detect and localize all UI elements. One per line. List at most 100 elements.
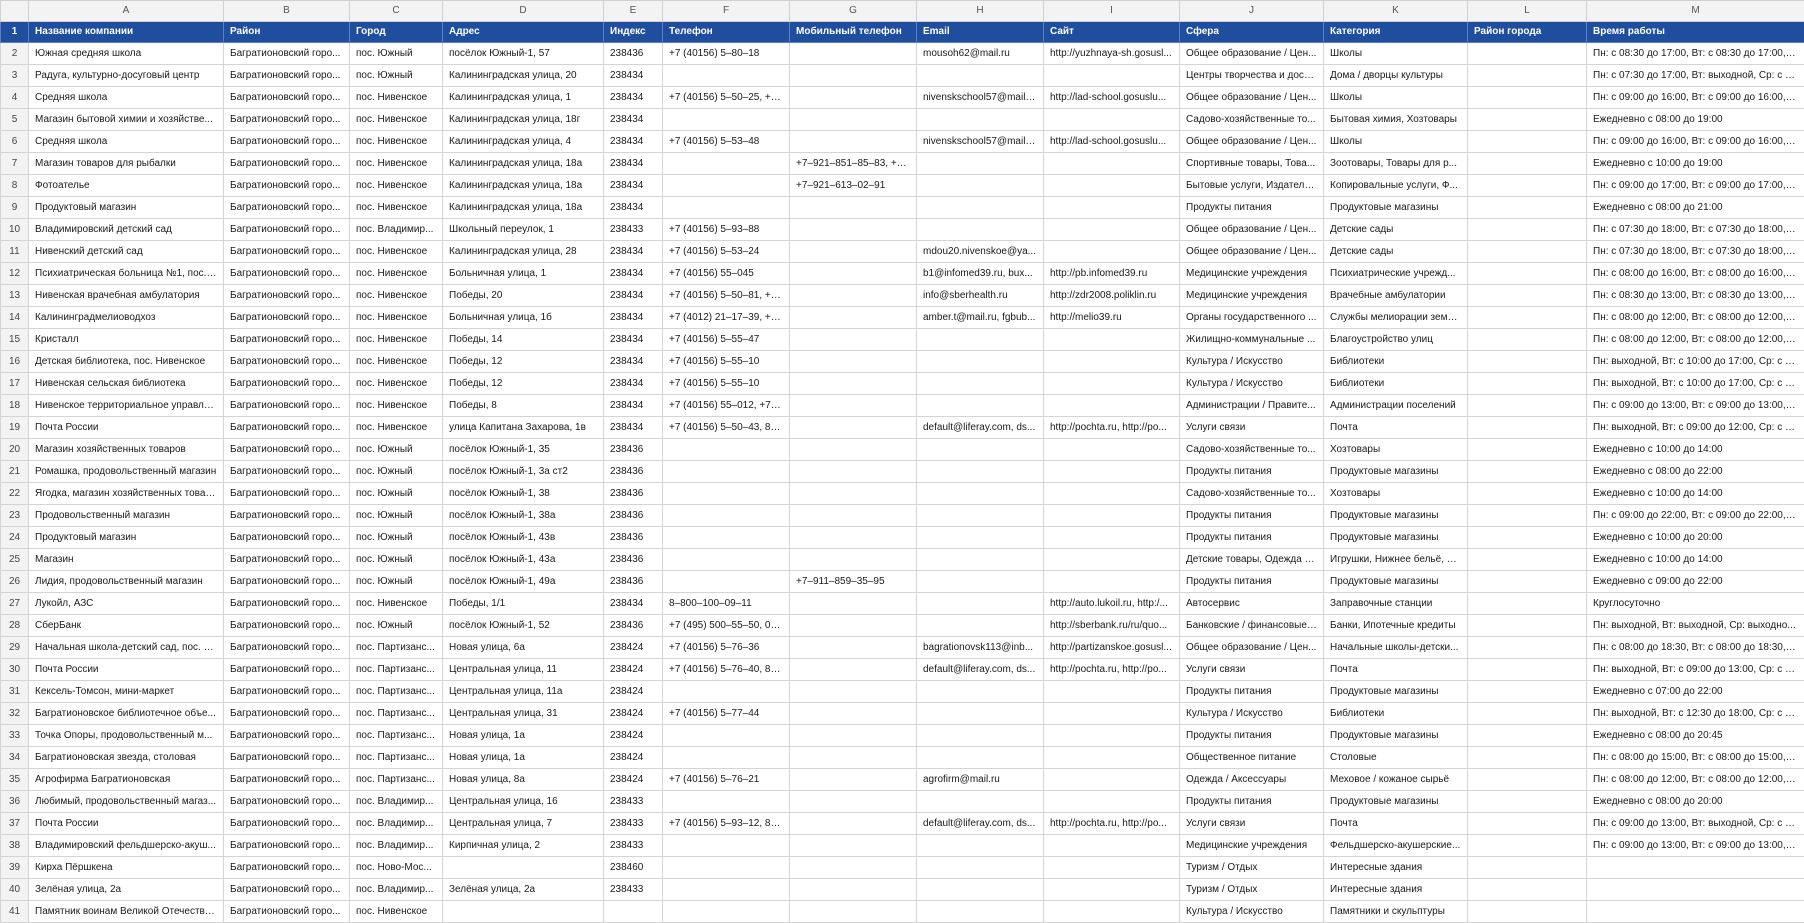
table-cell[interactable]: 238433	[604, 813, 663, 835]
table-cell[interactable]: Пн: с 09:00 до 22:00, Вт: с 09:00 до 22:…	[1587, 505, 1804, 527]
row-number[interactable]: 30	[1, 659, 29, 681]
table-cell[interactable]	[790, 549, 917, 571]
column-header-i[interactable]: I	[1044, 1, 1180, 22]
table-cell[interactable]	[790, 769, 917, 791]
table-cell[interactable]: Новая улица, 1а	[443, 747, 604, 769]
table-cell[interactable]	[790, 505, 917, 527]
table-cell[interactable]: http://pochta.ru, http://po...	[1044, 417, 1180, 439]
table-cell[interactable]: 238433	[604, 219, 663, 241]
table-cell[interactable]	[790, 417, 917, 439]
table-cell[interactable]: info@sberhealth.ru	[917, 285, 1044, 307]
table-cell[interactable]: nivenskschool57@mail.r...	[917, 131, 1044, 153]
table-cell[interactable]: Почта	[1324, 417, 1468, 439]
table-cell[interactable]	[1044, 395, 1180, 417]
table-cell[interactable]: пос. Партизанс...	[350, 703, 443, 725]
table-cell[interactable]: Багратионовский горо...	[224, 703, 350, 725]
table-cell[interactable]	[917, 615, 1044, 637]
table-cell[interactable]	[917, 461, 1044, 483]
table-cell[interactable]	[1468, 461, 1587, 483]
table-cell[interactable]: 238424	[604, 725, 663, 747]
table-cell[interactable]: 238434	[604, 153, 663, 175]
table-cell[interactable]: пос. Партизанс...	[350, 637, 443, 659]
table-cell[interactable]	[1044, 483, 1180, 505]
table-cell[interactable]: посёлок Южный-1, 52	[443, 615, 604, 637]
table-cell[interactable]: Продукты питания	[1180, 461, 1324, 483]
table-cell[interactable]	[917, 153, 1044, 175]
table-cell[interactable]: 238434	[604, 285, 663, 307]
table-cell[interactable]: http://melio39.ru	[1044, 307, 1180, 329]
table-cell[interactable]	[917, 505, 1044, 527]
table-cell[interactable]: +7 (40156) 5‒93‒12, 8‒...	[663, 813, 790, 835]
table-cell[interactable]	[1044, 549, 1180, 571]
table-cell[interactable]: Банковские / финансовые ...	[1180, 615, 1324, 637]
table-cell[interactable]: Центральная улица, 11а	[443, 681, 604, 703]
table-cell[interactable]: +7 (40156) 55‒012, +7 (...	[663, 395, 790, 417]
table-cell[interactable]: 238436	[604, 527, 663, 549]
table-cell[interactable]: 238434	[604, 109, 663, 131]
table-cell[interactable]: 238424	[604, 681, 663, 703]
table-cell[interactable]: Пн: с 08:00 до 12:00, Вт: с 08:00 до 12:…	[1587, 769, 1804, 791]
table-cell[interactable]: пос. Южный	[350, 571, 443, 593]
table-cell[interactable]: Калининградская улица, 1	[443, 87, 604, 109]
table-cell[interactable]	[790, 527, 917, 549]
table-cell[interactable]	[790, 725, 917, 747]
row-number[interactable]: 31	[1, 681, 29, 703]
table-cell[interactable]: Садово-хозяйственные то...	[1180, 109, 1324, 131]
header-cell[interactable]: Email	[917, 22, 1044, 43]
table-cell[interactable]: Ромашка, продовольственный магазин	[29, 461, 224, 483]
row-number[interactable]: 28	[1, 615, 29, 637]
table-cell[interactable]	[663, 439, 790, 461]
table-cell[interactable]	[1044, 197, 1180, 219]
table-cell[interactable]: Общее образование / Цен...	[1180, 219, 1324, 241]
header-cell[interactable]: Индекс	[604, 22, 663, 43]
table-cell[interactable]: +7 (40156) 5‒50‒81, +7...	[663, 285, 790, 307]
table-cell[interactable]: Любимый, продовольственный магаз...	[29, 791, 224, 813]
table-cell[interactable]: +7 (4012) 21‒17‒39, +7...	[663, 307, 790, 329]
table-cell[interactable]: default@liferay.com, ds...	[917, 417, 1044, 439]
table-cell[interactable]	[790, 263, 917, 285]
table-cell[interactable]: Пн: с 08:00 до 16:00, Вт: с 08:00 до 16:…	[1587, 263, 1804, 285]
table-cell[interactable]: mousoh62@mail.ru	[917, 43, 1044, 65]
table-cell[interactable]: mdou20.nivenskoe@ya...	[917, 241, 1044, 263]
table-cell[interactable]	[663, 879, 790, 901]
table-cell[interactable]: Продукты питания	[1180, 571, 1324, 593]
table-cell[interactable]: Багратионовский горо...	[224, 769, 350, 791]
table-cell[interactable]	[663, 153, 790, 175]
table-cell[interactable]: Школы	[1324, 131, 1468, 153]
row-number[interactable]: 13	[1, 285, 29, 307]
row-number[interactable]: 11	[1, 241, 29, 263]
table-cell[interactable]: Общее образование / Цен...	[1180, 43, 1324, 65]
table-cell[interactable]	[663, 65, 790, 87]
table-cell[interactable]: пос. Нивенское	[350, 175, 443, 197]
table-cell[interactable]	[790, 395, 917, 417]
table-cell[interactable]: пос. Партизанс...	[350, 769, 443, 791]
table-cell[interactable]	[917, 351, 1044, 373]
table-cell[interactable]: +7‒921‒613‒02‒91	[790, 175, 917, 197]
table-cell[interactable]: Школы	[1324, 87, 1468, 109]
table-cell[interactable]: Копировальные услуги, Ф...	[1324, 175, 1468, 197]
table-cell[interactable]	[1044, 373, 1180, 395]
table-cell[interactable]	[663, 571, 790, 593]
table-cell[interactable]	[1044, 791, 1180, 813]
table-cell[interactable]	[1468, 285, 1587, 307]
table-cell[interactable]	[1044, 703, 1180, 725]
table-cell[interactable]	[917, 791, 1044, 813]
table-cell[interactable]	[663, 461, 790, 483]
row-number[interactable]: 22	[1, 483, 29, 505]
table-cell[interactable]: Культура / Искусство	[1180, 351, 1324, 373]
table-cell[interactable]: Продуктовые магазины	[1324, 681, 1468, 703]
row-number[interactable]: 4	[1, 87, 29, 109]
table-cell[interactable]: +7 (40156) 5‒80‒18	[663, 43, 790, 65]
table-cell[interactable]	[790, 241, 917, 263]
table-cell[interactable]: СберБанк	[29, 615, 224, 637]
table-cell[interactable]: 238436	[604, 461, 663, 483]
table-cell[interactable]: Услуги связи	[1180, 417, 1324, 439]
table-cell[interactable]: Продуктовый магазин	[29, 527, 224, 549]
table-cell[interactable]: Хозтовары	[1324, 483, 1468, 505]
table-cell[interactable]: Банки, Ипотечные кредиты	[1324, 615, 1468, 637]
table-cell[interactable]: Ежедневно с 10:00 до 14:00	[1587, 483, 1804, 505]
table-cell[interactable]	[1468, 109, 1587, 131]
table-cell[interactable]: Пн: с 07:30 до 17:00, Вт: выходной, Ср: …	[1587, 65, 1804, 87]
table-cell[interactable]: Психиатрические учрежд...	[1324, 263, 1468, 285]
table-cell[interactable]: Туризм / Отдых	[1180, 879, 1324, 901]
